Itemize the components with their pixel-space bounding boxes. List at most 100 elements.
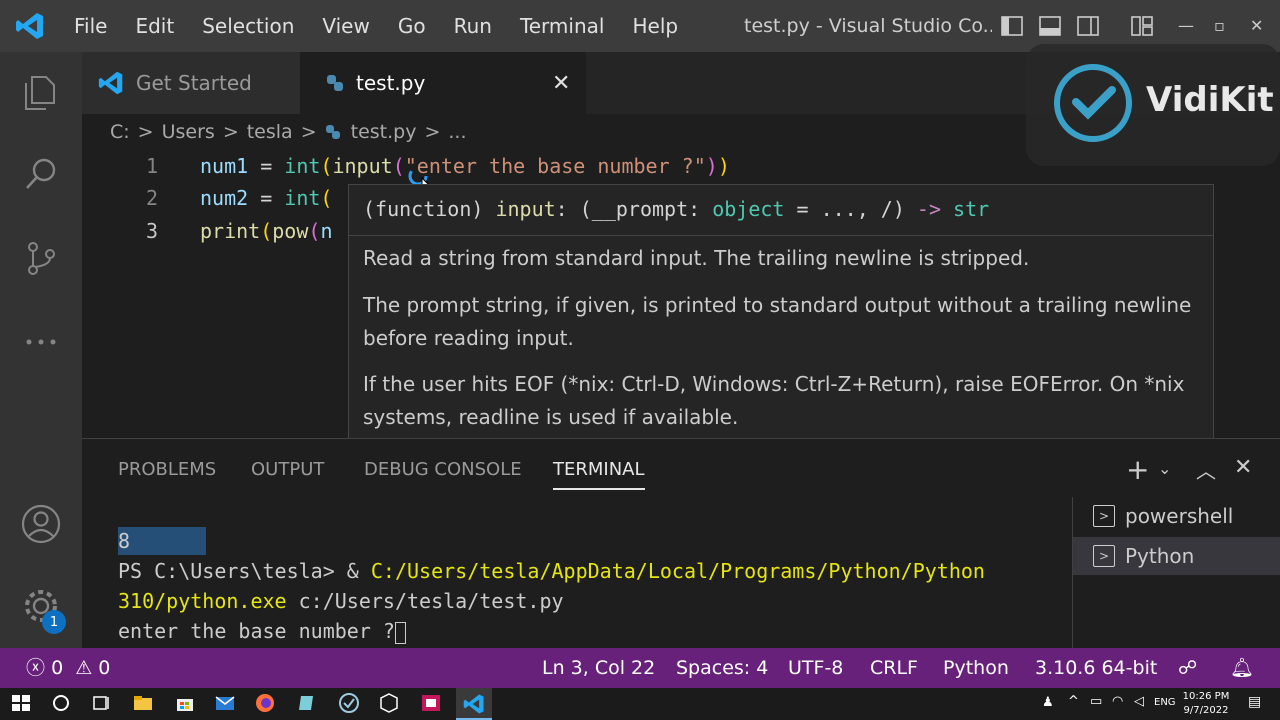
end-of-line[interactable]: CRLF: [870, 648, 918, 688]
doc-paragraph: If the user hits EOF (*nix: Ctrl-D, Wind…: [363, 372, 1185, 429]
feedback-icon[interactable]: ☍: [1178, 648, 1197, 688]
line-number: 3: [145, 219, 158, 243]
breadcrumb-file[interactable]: test.py: [351, 121, 417, 143]
cortana-search-icon[interactable]: [50, 692, 74, 716]
menu-terminal[interactable]: Terminal: [506, 0, 619, 52]
tab-get-started[interactable]: Get Started: [82, 52, 300, 114]
wifi-icon[interactable]: ◠: [1112, 694, 1123, 709]
tooltip-divider: [349, 235, 1213, 236]
toggle-secondary-sidebar-icon[interactable]: [1076, 14, 1100, 38]
warning-icon: ⚠: [75, 657, 93, 679]
explorer-icon[interactable]: [21, 72, 61, 112]
breadcrumb-tesla[interactable]: tesla: [247, 121, 293, 143]
warning-count: 0: [98, 657, 111, 679]
toggle-sidebar-icon[interactable]: [1000, 14, 1024, 38]
action-center-icon[interactable]: ▤: [1248, 694, 1261, 710]
accounts-icon[interactable]: [21, 504, 61, 544]
vscode-taskbar-icon[interactable]: [456, 688, 492, 720]
mail-icon[interactable]: [214, 692, 238, 716]
breadcrumb-drive[interactable]: C:: [110, 121, 130, 143]
tab-terminal[interactable]: TERMINAL: [553, 459, 645, 490]
problems-status[interactable]: ⓧ 0 ⚠ 0: [26, 648, 110, 688]
terminal-line: PS C:\Users\tesla> & C:/Users/tesla/AppD…: [118, 559, 985, 583]
terminal-path: 310/python.exe: [118, 589, 287, 613]
language-mode[interactable]: Python: [943, 648, 1009, 688]
store-icon[interactable]: [174, 692, 198, 716]
menu-edit[interactable]: Edit: [121, 0, 188, 52]
code-token: print: [200, 219, 261, 243]
terminal-item-label: powershell: [1125, 504, 1234, 528]
code-token: ): [705, 154, 718, 178]
code-token: int: [284, 154, 321, 178]
cursor-position[interactable]: Ln 3, Col 22: [542, 648, 655, 688]
tab-output[interactable]: OUTPUT: [251, 459, 324, 480]
terminal-line[interactable]: enter the base number ?: [118, 619, 406, 644]
tab-test-py[interactable]: test.py ✕: [300, 52, 586, 114]
terminal-prompt: PS C:\Users\tesla> &: [118, 559, 371, 583]
code-token: (: [320, 154, 333, 178]
python-interpreter[interactable]: 3.10.6 64-bit: [1035, 648, 1157, 688]
menu-selection[interactable]: Selection: [188, 0, 308, 52]
menu-help[interactable]: Help: [618, 0, 692, 52]
sig-kind: (function): [363, 197, 496, 221]
settings-update-badge: 1: [42, 610, 66, 634]
vscode-tab-icon: [98, 70, 124, 96]
input-language[interactable]: ENG: [1154, 697, 1176, 708]
maximize-panel-icon[interactable]: ︿: [1196, 455, 1216, 484]
menu-file[interactable]: File: [60, 0, 121, 52]
vidikit-app-icon[interactable]: [338, 692, 362, 716]
terminal-item-powershell[interactable]: > powershell: [1073, 497, 1280, 535]
menu-run[interactable]: Run: [440, 0, 506, 52]
notifications-bell-icon[interactable]: 🔔︎: [1230, 648, 1254, 688]
file-explorer-icon[interactable]: [132, 692, 156, 716]
terminal-selection: [118, 527, 206, 555]
breadcrumb-symbols[interactable]: ...: [448, 121, 466, 143]
people-icon[interactable]: ♟: [1042, 695, 1054, 710]
network-icon[interactable]: ▭: [1090, 694, 1102, 709]
vidikit-logo-icon: [1054, 64, 1132, 142]
code-line-3[interactable]: print(pow(n: [200, 219, 332, 243]
menu-go[interactable]: Go: [384, 0, 440, 52]
3d-viewer-icon[interactable]: [378, 692, 402, 716]
customize-layout-icon[interactable]: [1130, 14, 1154, 38]
task-view-icon[interactable]: [90, 692, 114, 716]
tray-chevron-icon[interactable]: ^: [1068, 694, 1079, 709]
encoding[interactable]: UTF-8: [788, 648, 843, 688]
function-signature: (function) input: (__prompt: object = ..…: [363, 197, 989, 221]
terminal-icon: >: [1093, 505, 1115, 527]
volume-icon[interactable]: ◁: [1134, 694, 1144, 709]
tab-debug-console[interactable]: DEBUG CONSOLE: [364, 459, 522, 480]
new-terminal-icon[interactable]: +: [1126, 453, 1149, 486]
sig-return: str: [941, 197, 990, 221]
breadcrumb-separator: >: [300, 121, 317, 143]
toggle-panel-icon[interactable]: [1038, 14, 1062, 38]
chevron-down-icon[interactable]: ⌄: [1158, 459, 1171, 478]
menu-view[interactable]: View: [308, 0, 383, 52]
search-icon[interactable]: [21, 154, 61, 194]
terminal-list: > powershell > Python: [1072, 497, 1280, 649]
indentation[interactable]: Spaces: 4: [676, 648, 768, 688]
recorder-app-icon[interactable]: [420, 692, 444, 716]
code-token: (: [320, 186, 333, 210]
status-bar: ⓧ 0 ⚠ 0 Ln 3, Col 22 Spaces: 4 UTF-8 CRL…: [0, 648, 1280, 688]
code-line-2[interactable]: num2 = int(: [200, 186, 332, 210]
vidikit-watermark: VidiKit: [1026, 44, 1280, 166]
tab-problems[interactable]: PROBLEMS: [118, 459, 216, 480]
code-token: num2: [200, 186, 249, 210]
terminal-item-python[interactable]: > Python: [1073, 537, 1280, 575]
code-token: ): [717, 154, 730, 178]
python-file-icon: [326, 74, 344, 92]
close-tab-icon[interactable]: ✕: [552, 71, 570, 96]
firefox-icon[interactable]: [254, 692, 278, 716]
breadcrumb-users[interactable]: Users: [162, 121, 215, 143]
close-panel-icon[interactable]: ✕: [1234, 455, 1252, 480]
sig-name: input: [495, 197, 556, 221]
more-views-icon[interactable]: [21, 322, 61, 362]
app-icon[interactable]: [296, 692, 320, 716]
code-line-1[interactable]: num1 = int(input("enter the base number …: [200, 154, 730, 178]
windows-start-icon[interactable]: [10, 692, 34, 716]
hover-tooltip: (function) input: (__prompt: object = ..…: [348, 184, 1214, 440]
source-control-icon[interactable]: [21, 238, 61, 278]
system-clock[interactable]: 10:26 PM 9/7/2022: [1176, 690, 1236, 718]
python-file-icon: [325, 124, 341, 140]
